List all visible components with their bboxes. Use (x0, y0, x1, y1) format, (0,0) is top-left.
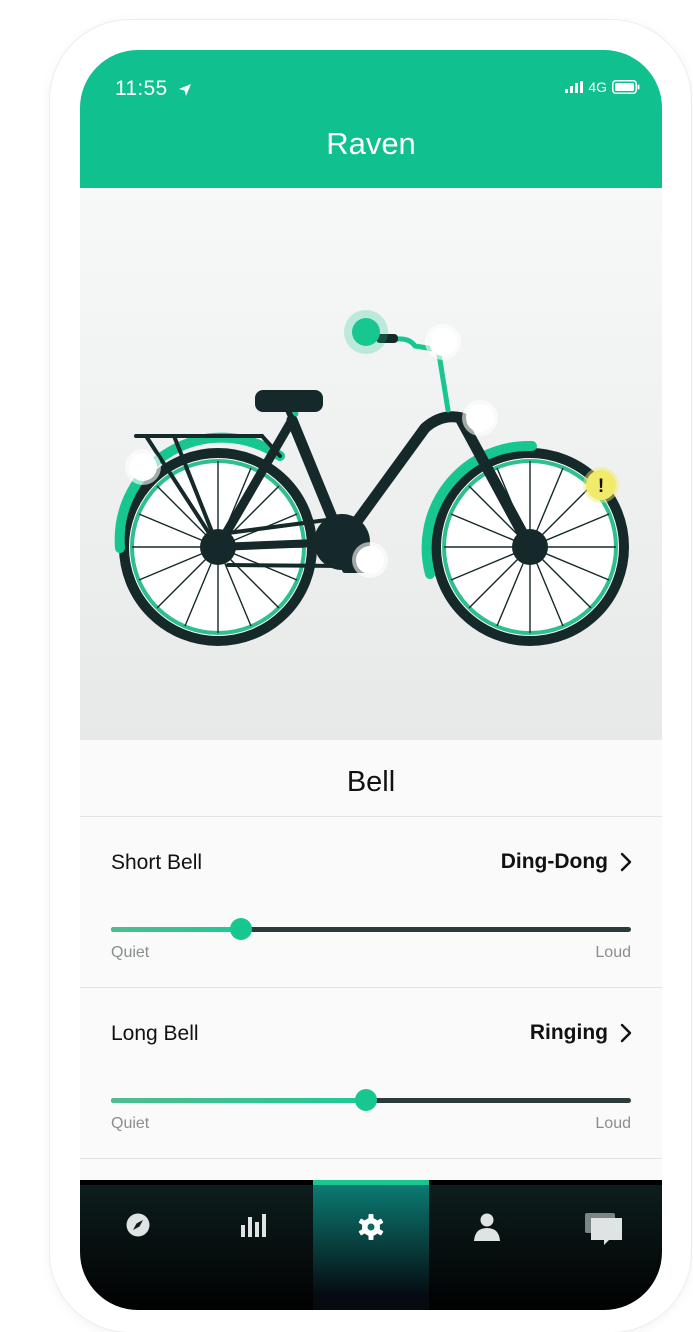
short-bell-volume-fill (111, 927, 241, 932)
battery-icon (612, 80, 640, 94)
chat-icon (585, 1213, 622, 1245)
tab-settings[interactable] (313, 1180, 429, 1310)
tab-stats[interactable] (196, 1185, 312, 1310)
app-screen: 11:55 4G Raven ! Bell Short Bell Ding-Do… (80, 50, 662, 1310)
status-indicators: 4G (565, 79, 640, 95)
long-bell-volume-fill (111, 1098, 366, 1103)
long-bell-selector[interactable]: Ringing (530, 1021, 632, 1045)
fork-hotspot[interactable] (462, 400, 498, 436)
short-bell-max-label: Loud (595, 944, 631, 961)
person-icon (474, 1213, 500, 1241)
long-bell-volume-thumb[interactable] (354, 1089, 377, 1111)
tab-profile[interactable] (429, 1185, 545, 1310)
bar-chart-icon (241, 1214, 266, 1237)
network-type: 4G (588, 79, 607, 95)
chevron-right-icon (620, 852, 632, 872)
page-title: Raven (326, 126, 416, 161)
short-bell-volume-slider[interactable] (111, 918, 631, 940)
pedal-hotspot[interactable] (352, 542, 388, 578)
rear-rack-hotspot[interactable] (125, 449, 161, 485)
long-bell-max-label: Loud (595, 1115, 631, 1132)
tab-bar (80, 1180, 662, 1310)
long-bell-row: Long Bell Ringing Quiet Loud (80, 988, 662, 1159)
short-bell-min-label: Quiet (111, 944, 150, 961)
compass-icon (126, 1213, 150, 1237)
short-bell-row: Short Bell Ding-Dong Quiet Loud (80, 817, 662, 988)
short-bell-selector[interactable]: Ding-Dong (501, 850, 632, 874)
bell-hotspot[interactable] (344, 310, 388, 354)
long-bell-value: Ringing (529, 1021, 608, 1044)
gear-icon (358, 1214, 384, 1240)
short-bell-label: Short Bell (111, 851, 203, 874)
long-bell-volume-slider[interactable] (111, 1089, 631, 1111)
status-time-text: 11:55 (115, 77, 168, 100)
status-time: 11:55 (115, 77, 192, 101)
saddle (255, 390, 323, 412)
bike-diagram: ! (80, 188, 662, 740)
long-bell-label: Long Bell (111, 1022, 199, 1045)
long-bell-min-label: Quiet (111, 1115, 150, 1132)
section-title: Bell (80, 740, 662, 817)
short-bell-volume-thumb[interactable] (230, 918, 252, 940)
warning-icon: ! (598, 476, 604, 497)
bicycle-illustration: ! (114, 310, 629, 646)
phone-frame: 11:55 4G Raven ! Bell Short Bell Ding-Do… (50, 20, 691, 1332)
tab-explore[interactable] (80, 1185, 196, 1310)
front-wheel-hotspot[interactable]: ! (583, 467, 619, 503)
signal-icon (565, 81, 584, 93)
short-bell-value: Ding-Dong (500, 850, 608, 873)
tab-messages[interactable] (546, 1185, 662, 1310)
app-header: 11:55 4G Raven (80, 50, 662, 188)
handlebar-hotspot[interactable] (425, 324, 461, 360)
chevron-right-icon (620, 1023, 632, 1043)
location-arrow-icon (178, 84, 191, 96)
